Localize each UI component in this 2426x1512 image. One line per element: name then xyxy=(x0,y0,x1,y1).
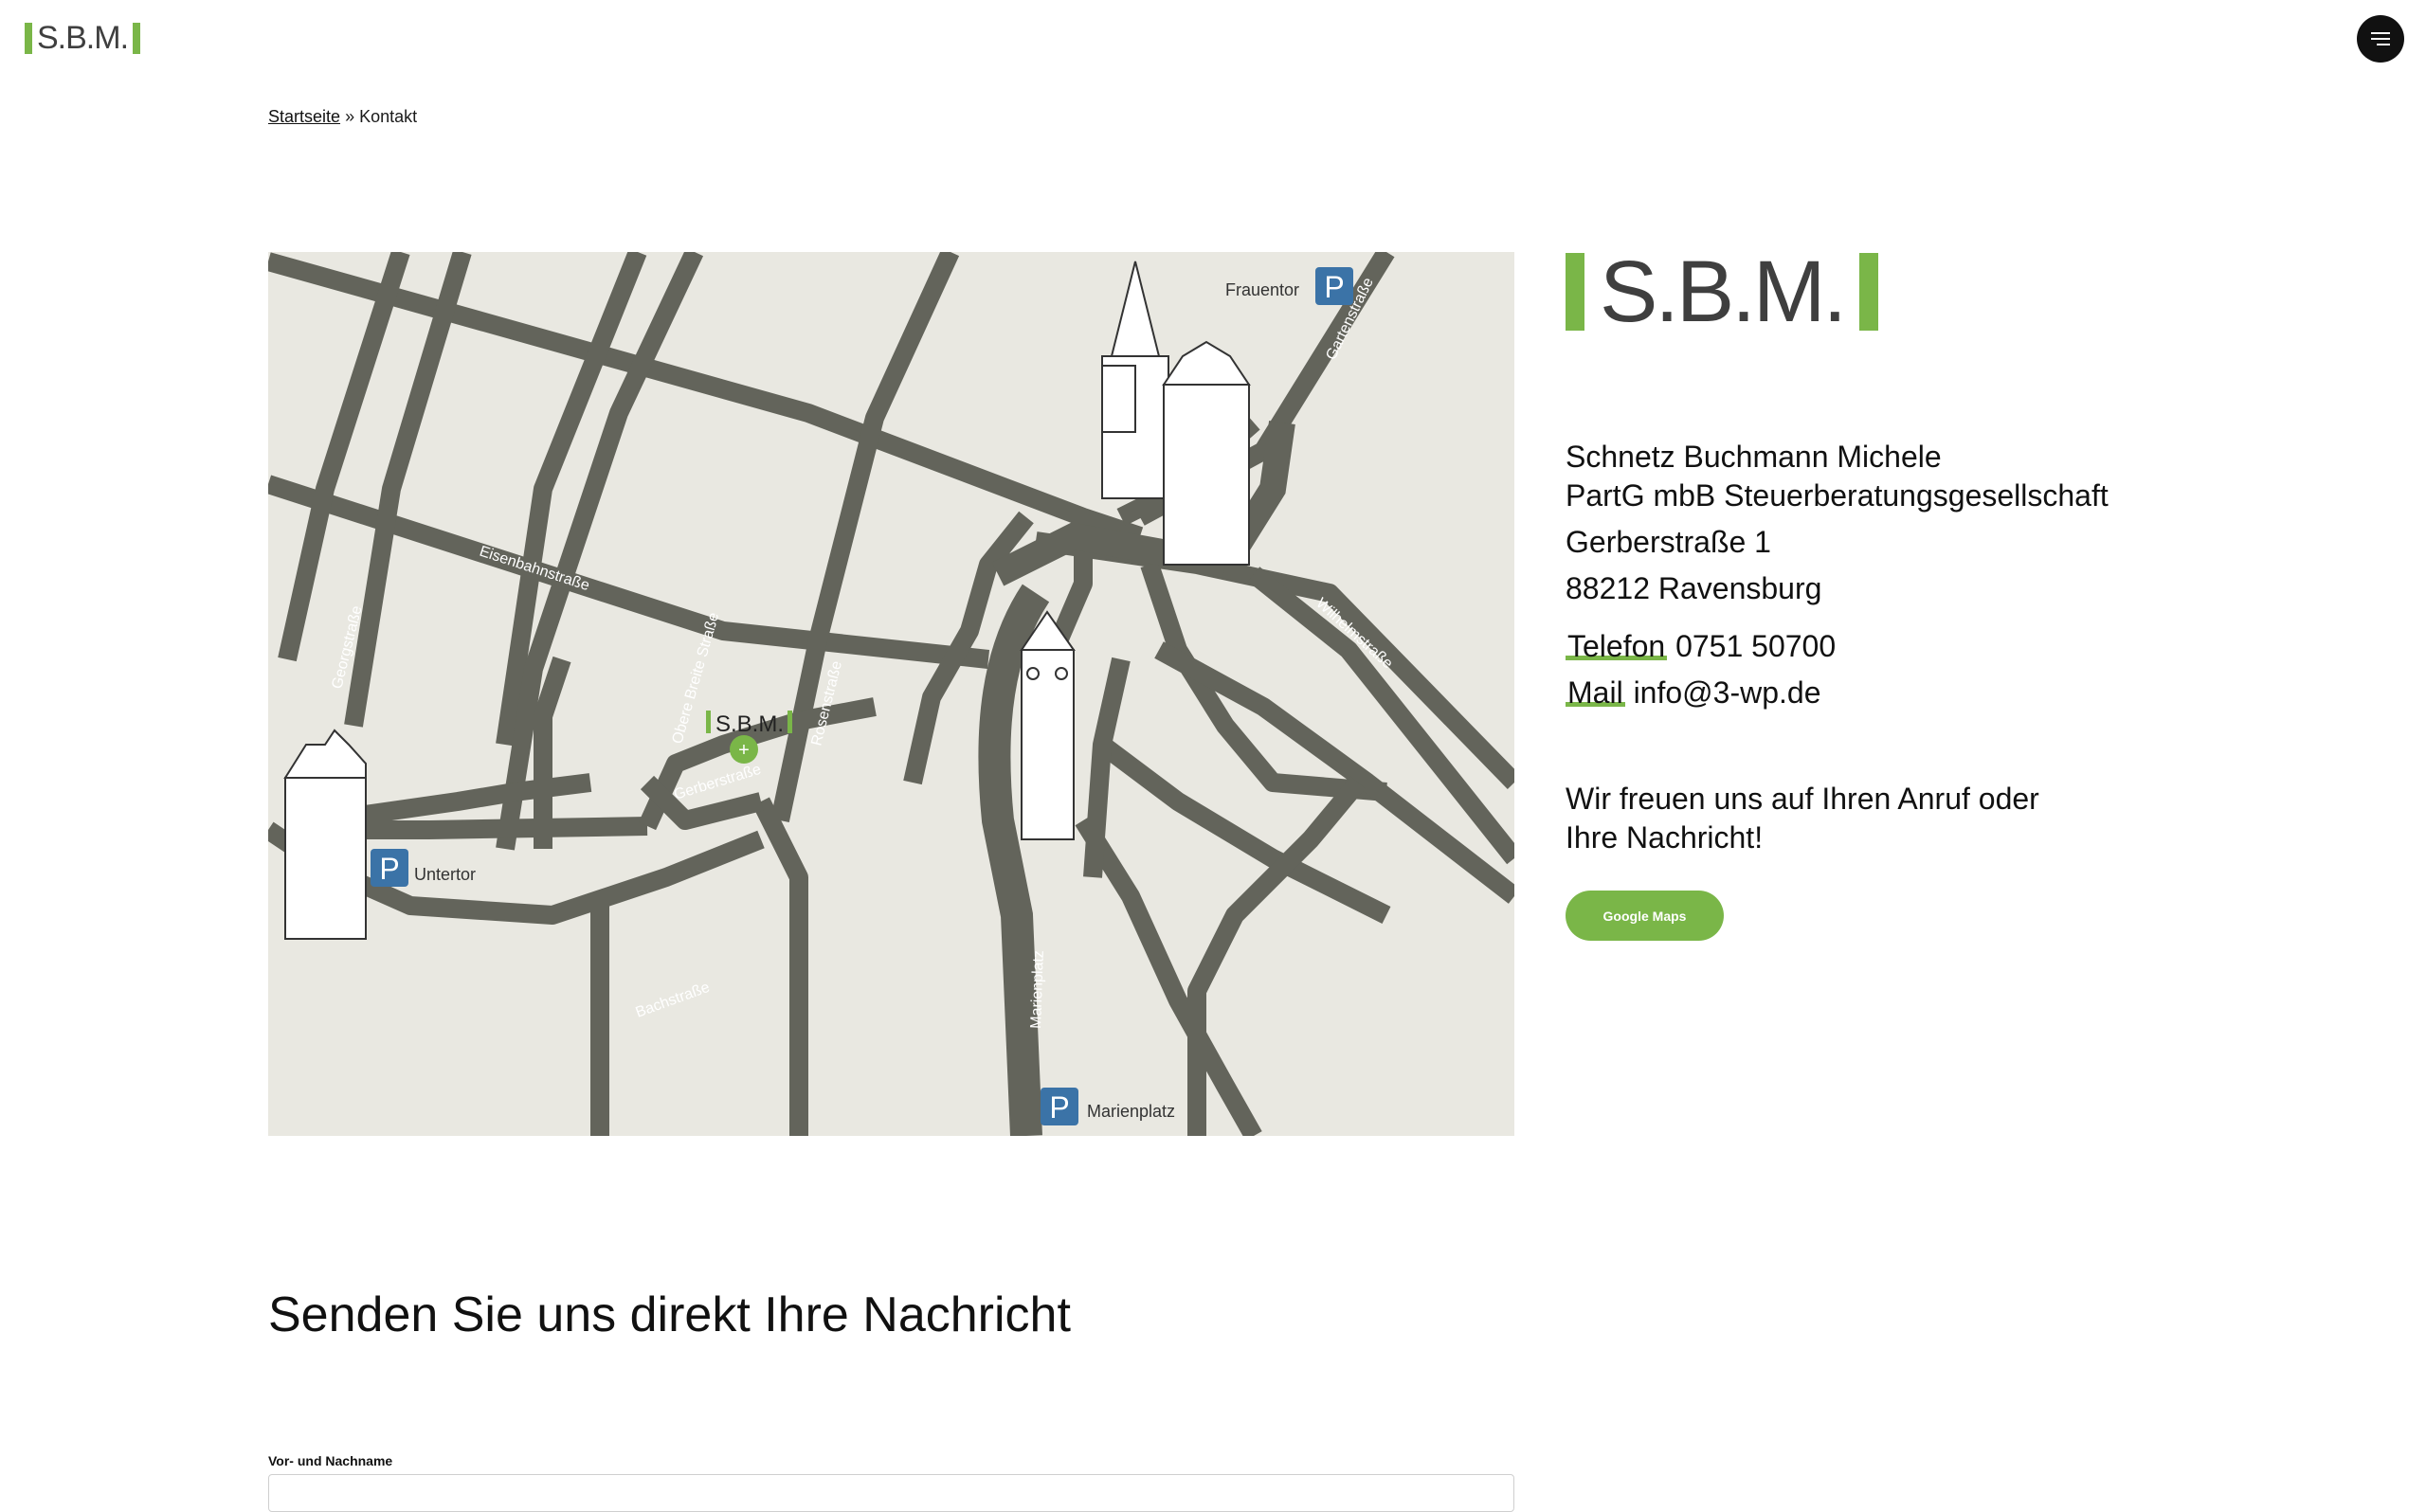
parking-marienplatz-icon: P xyxy=(1041,1088,1078,1125)
street-bachstrasse: Bachstraße xyxy=(634,980,713,1021)
svg-text:P: P xyxy=(1324,270,1344,304)
company-logo-text: S.B.M. xyxy=(1600,243,1847,340)
company-street: Gerberstraße 1 xyxy=(1566,525,1771,559)
logo-bar-right xyxy=(133,22,141,54)
street-marienplatz: Marienplatz xyxy=(1028,950,1047,1029)
company-city: 88212 Ravensburg xyxy=(1566,571,1822,605)
map-roads xyxy=(268,252,1514,1136)
logo-bar-left xyxy=(25,22,32,54)
label-marienplatz: Marienplatz xyxy=(1087,1102,1175,1121)
parking-frauentor-icon: P xyxy=(1315,267,1353,305)
phone-line: Telefon 0751 50700 xyxy=(1566,627,2109,666)
name-field[interactable] xyxy=(268,1474,1514,1512)
svg-text:P: P xyxy=(379,852,399,886)
breadcrumb-separator: » xyxy=(345,107,355,126)
google-maps-button[interactable]: Google Maps xyxy=(1566,891,1724,941)
breadcrumb-home-link[interactable]: Startseite xyxy=(268,107,340,126)
company-name-line2: PartG mbB Steuerberatungsgesellschaft xyxy=(1566,478,2109,513)
company-logo: S.B.M. xyxy=(1566,243,1879,340)
contact-invitation: Wir freuen uns auf Ihren Anruf oder Ihre… xyxy=(1566,780,2096,857)
name-field-label: Vor- und Nachname xyxy=(268,1453,393,1468)
svg-text:S.B.M.: S.B.M. xyxy=(715,711,784,737)
blaserturm-tower-icon xyxy=(1020,610,1076,840)
site-header: S.B.M. xyxy=(0,0,2426,85)
label-untertor: Untertor xyxy=(414,865,476,884)
phone-link[interactable]: 0751 50700 xyxy=(1675,629,1836,663)
location-map: P P P Frauentor Untertor Marienplatz Eis… xyxy=(268,252,1514,1136)
company-name-line1: Schnetz Buchmann Michele xyxy=(1566,440,1942,474)
site-logo[interactable]: S.B.M. xyxy=(25,20,141,56)
label-frauentor: Frauentor xyxy=(1225,280,1299,299)
mail-line: Mail info@3-wp.de xyxy=(1566,674,2109,712)
form-heading: Senden Sie uns direkt Ihre Nachricht xyxy=(268,1287,1071,1342)
untertor-tower-icon xyxy=(283,729,367,940)
hamburger-icon xyxy=(2371,32,2390,34)
svg-text:P: P xyxy=(1049,1090,1069,1125)
logo-bar-left xyxy=(1566,253,1584,331)
breadcrumb: Startseite » Kontakt xyxy=(268,107,417,127)
plus-icon: + xyxy=(738,740,750,761)
menu-button[interactable] xyxy=(2357,15,2404,63)
cta-line1: Wir freuen uns auf Ihren Anruf oder xyxy=(1566,782,2039,816)
logo-bar-right xyxy=(1859,253,1879,331)
breadcrumb-current: Kontakt xyxy=(359,107,418,126)
map-illustration: P P P Frauentor Untertor Marienplatz Eis… xyxy=(268,252,1514,1136)
phone-label: Telefon xyxy=(1566,629,1668,663)
logo-text: S.B.M. xyxy=(37,20,129,56)
mail-link[interactable]: info@3-wp.de xyxy=(1634,675,1821,710)
mail-label: Mail xyxy=(1566,675,1625,710)
cta-line2: Ihre Nachricht! xyxy=(1566,820,1764,855)
parking-untertor-icon: P xyxy=(371,849,408,887)
contact-details: Schnetz Buchmann Michele PartG mbB Steue… xyxy=(1566,438,2109,712)
